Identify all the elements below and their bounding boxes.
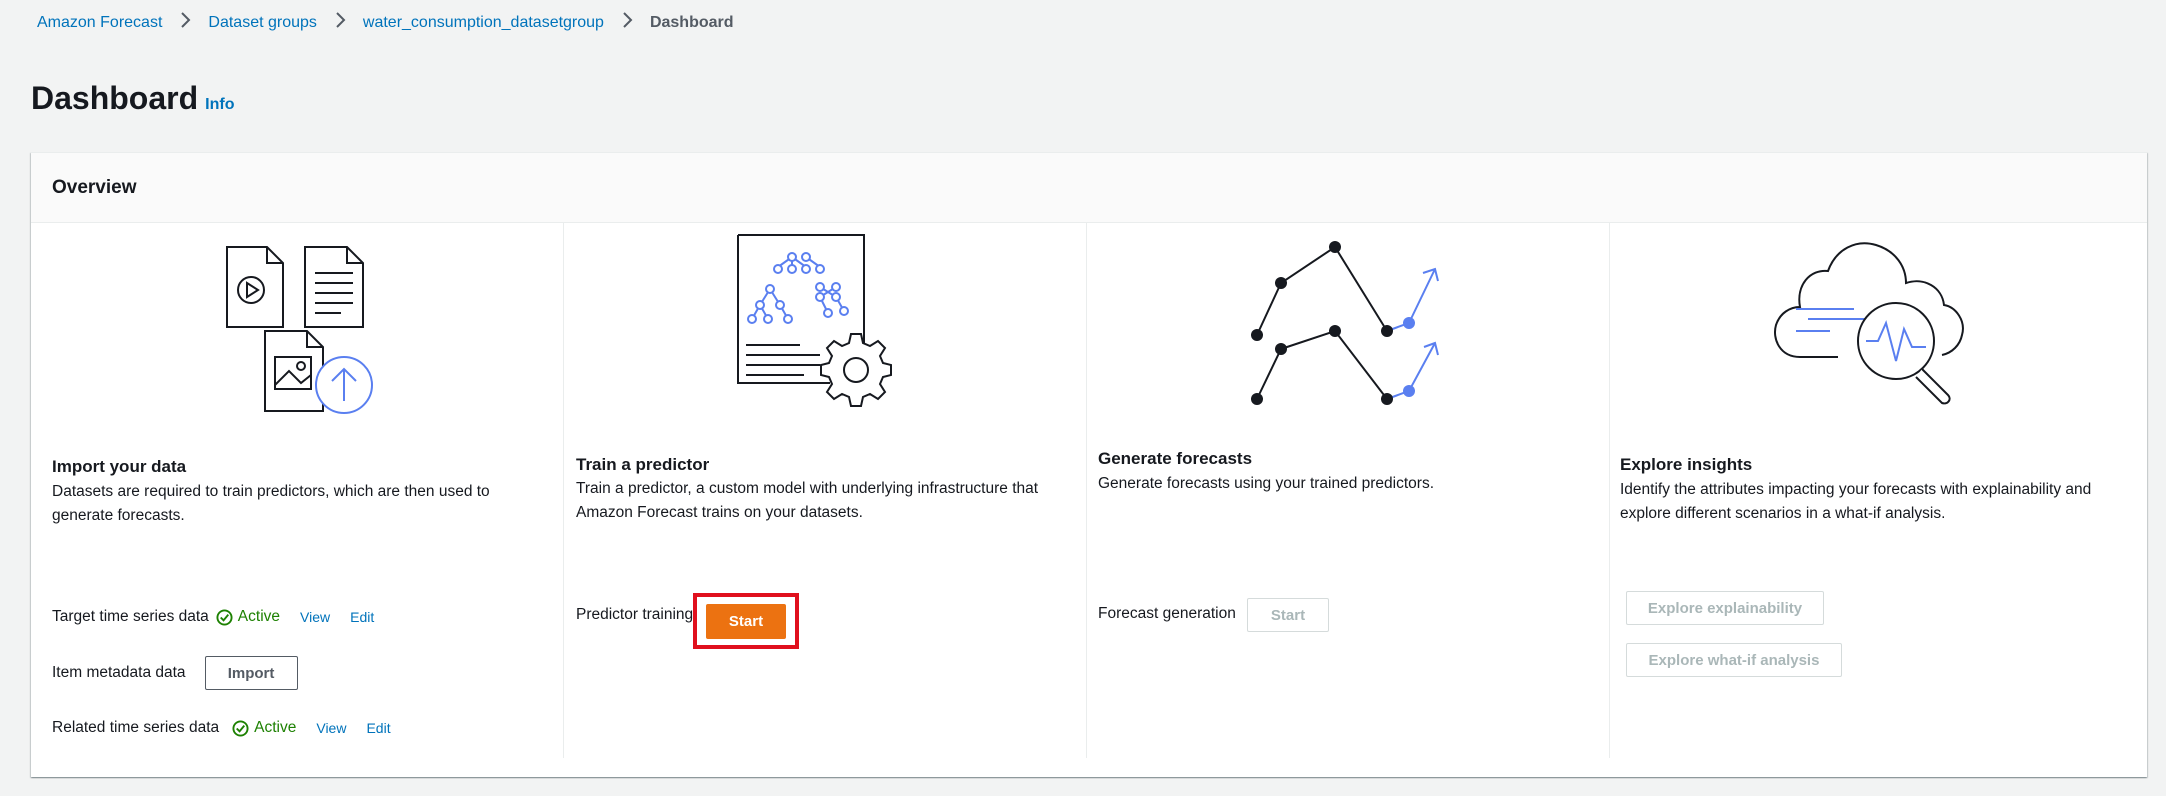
generate-forecasts-title: Generate forecasts	[1098, 449, 1253, 468]
import-files-icon	[226, 246, 373, 414]
target-time-series-row: Target time series data Active View Edit	[52, 608, 374, 626]
check-circle-icon	[216, 608, 233, 626]
overview-header: Overview	[31, 153, 2147, 223]
overview-title: Overview	[52, 177, 137, 198]
related-edit-link[interactable]: Edit	[366, 720, 390, 736]
target-edit-link[interactable]: Edit	[350, 609, 374, 625]
generate-forecasts-column: Generate forecasts Generate forecasts us…	[1086, 223, 1609, 758]
train-predictor-title: Train a predictor	[576, 455, 710, 474]
target-view-link[interactable]: View	[300, 609, 330, 625]
predictor-training-label: Predictor training	[576, 606, 694, 623]
overview-container: Overview Import your data Datasets are r…	[31, 152, 2147, 777]
explore-insights-desc: Identify the attributes impacting your f…	[1620, 481, 2092, 522]
import-data-desc: Datasets are required to train predictor…	[52, 483, 490, 524]
train-model-icon	[737, 234, 892, 407]
related-view-link[interactable]: View	[316, 720, 346, 736]
page-header: Dashboard Info	[31, 80, 234, 117]
breadcrumb: Amazon Forecast Dataset groups water_con…	[37, 12, 734, 33]
forecast-generation-row: Forecast generation	[1098, 605, 1236, 623]
import-data-title: Import your data	[52, 457, 187, 476]
status-text: Active	[237, 608, 281, 625]
check-circle-icon	[232, 719, 249, 737]
import-data-column: Import your data Datasets are required t…	[31, 223, 563, 758]
related-time-series-label: Related time series data	[52, 719, 220, 736]
explore-whatif-button[interactable]: Explore what-if analysis	[1626, 643, 1842, 677]
explore-explainability-button[interactable]: Explore explainability	[1626, 591, 1824, 625]
breadcrumb-dataset-groups[interactable]: Dataset groups	[208, 14, 317, 32]
related-time-series-row: Related time series data Active View Edi…	[52, 719, 391, 737]
info-link[interactable]: Info	[205, 96, 234, 114]
status-text: Active	[254, 719, 297, 736]
status-badge: Active	[232, 719, 296, 737]
page-title: Dashboard	[31, 80, 199, 116]
import-button[interactable]: Import	[204, 656, 298, 690]
generate-forecasts-desc: Generate forecasts using your trained pr…	[1098, 475, 1435, 492]
chevron-right-icon	[173, 12, 197, 33]
explore-insights-column: Explore insights Identify the attributes…	[1609, 223, 2147, 758]
target-time-series-label: Target time series data	[52, 608, 209, 625]
breadcrumb-amazon-forecast[interactable]: Amazon Forecast	[37, 14, 162, 32]
breadcrumb-dataset-group[interactable]: water_consumption_datasetgroup	[363, 14, 604, 32]
explore-insights-title: Explore insights	[1620, 455, 1753, 474]
train-predictor-column: Train a predictor Train a predictor, a c…	[563, 223, 1086, 758]
start-predictor-button[interactable]: Start	[706, 604, 786, 639]
chevron-right-icon	[615, 12, 639, 33]
status-badge: Active	[216, 608, 280, 626]
predictor-training-row: Predictor training	[576, 606, 693, 624]
breadcrumb-current: Dashboard	[649, 13, 734, 31]
item-metadata-label: Item metadata data	[52, 664, 186, 681]
train-predictor-desc: Train a predictor, a custom model with u…	[576, 480, 1039, 521]
start-forecast-button[interactable]: Start	[1247, 598, 1329, 632]
chevron-right-icon	[328, 12, 352, 33]
cloud-insights-icon	[1774, 242, 1964, 405]
overview-columns: Import your data Datasets are required t…	[31, 223, 2147, 777]
item-metadata-row: Item metadata data Import	[52, 656, 298, 690]
forecast-generation-label: Forecast generation	[1098, 605, 1236, 622]
forecast-chart-icon	[1251, 241, 1439, 405]
